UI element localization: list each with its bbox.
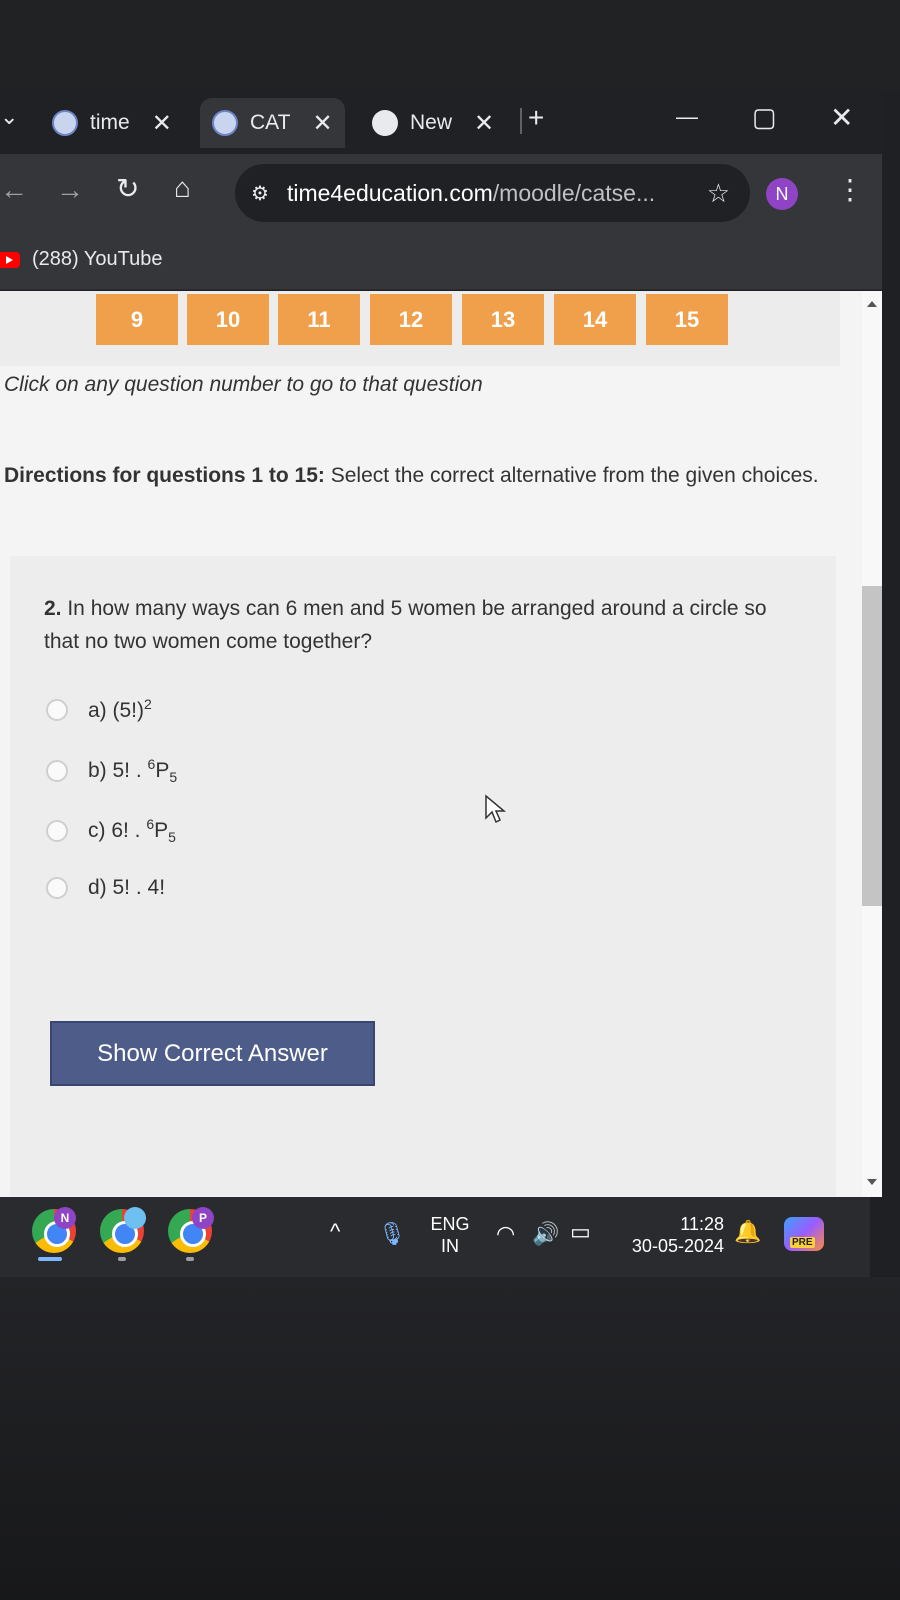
question-number-button[interactable]: 15	[646, 294, 728, 345]
option-label: d) 5! . 4!	[88, 876, 166, 899]
question-number-button[interactable]: 12	[370, 294, 452, 345]
option-d[interactable]: d) 5! . 4!	[46, 876, 165, 900]
question-number-button[interactable]: 13	[462, 294, 544, 345]
running-indicator	[118, 1257, 126, 1261]
page-scrollbar[interactable]	[862, 291, 882, 1197]
bookmarks-bar: (288) YouTube	[0, 234, 882, 290]
new-tab-icon[interactable]: +	[528, 104, 544, 132]
maximize-icon[interactable]: ▢	[752, 104, 777, 130]
close-tab-icon[interactable]: ✕	[474, 109, 494, 138]
site-settings-icon[interactable]: ⚙	[251, 181, 269, 206]
question-navigator: 9 10 11 12 13 14 15	[0, 291, 840, 366]
wifi-icon[interactable]: ◠	[496, 1221, 515, 1247]
tab-time[interactable]: time ✕	[52, 98, 172, 148]
profile-badge: N	[54, 1207, 76, 1229]
battery-icon[interactable]: ▭	[570, 1219, 591, 1245]
tab-bar: ⌄ time ✕ CAT ✕ New ✕ + — ▢ ✕	[0, 88, 882, 154]
option-b[interactable]: b) 5! . 6P5	[46, 756, 177, 785]
address-bar[interactable]: ⚙ time4education.com/moodle/catse... ☆	[235, 164, 750, 222]
question-number-button[interactable]: 11	[278, 294, 360, 345]
copilot-badge: PRE	[790, 1237, 815, 1248]
close-tab-icon[interactable]: ✕	[312, 109, 332, 138]
url-text: time4education.com/moodle/catse...	[286, 179, 656, 206]
forward-icon[interactable]: →	[56, 176, 84, 204]
time4education-favicon-icon	[212, 110, 238, 136]
question-box: 2. In how many ways can 6 men and 5 wome…	[10, 556, 836, 1196]
question-text: 2. In how many ways can 6 men and 5 wome…	[44, 597, 767, 653]
screen-bezel-bottom	[0, 1277, 900, 1600]
chrome-favicon-icon	[372, 110, 398, 136]
option-radio[interactable]	[46, 759, 68, 782]
show-hidden-icons-chevron-icon[interactable]: ^	[330, 1219, 340, 1245]
option-label: b) 5! . 6P5	[88, 756, 178, 786]
running-indicator	[186, 1257, 194, 1261]
profile-avatar[interactable]: N	[766, 178, 798, 210]
bookmark-label: (288) YouTube	[32, 248, 163, 270]
language-indicator[interactable]: ENG IN	[428, 1213, 472, 1257]
tab-label: CAT	[250, 111, 291, 134]
browser-toolbar: ← → ↻ ⌂ ⚙ time4education.com/moodle/cats…	[0, 154, 882, 234]
option-c[interactable]: c) 6! . 6P5	[46, 816, 176, 845]
question-number-button[interactable]: 9	[96, 294, 178, 345]
option-label: a) (5!)2	[88, 696, 152, 722]
microphone-icon[interactable]: 🎙	[378, 1221, 406, 1247]
clock[interactable]: 11:28 30-05-2024	[614, 1213, 724, 1257]
close-tab-icon[interactable]: ✕	[152, 109, 172, 138]
youtube-icon	[0, 251, 20, 268]
bookmark-youtube[interactable]: (288) YouTube	[0, 248, 162, 271]
mouse-cursor-icon	[485, 794, 507, 824]
time4education-favicon-icon	[52, 110, 78, 136]
option-a[interactable]: a) (5!)2	[46, 696, 152, 723]
directions: Directions for questions 1 to 15: Select…	[4, 464, 819, 487]
question-number-button[interactable]: 10	[187, 294, 269, 345]
profile-badge	[124, 1207, 146, 1229]
back-icon[interactable]: ←	[0, 176, 28, 204]
tab-new[interactable]: New ✕	[372, 98, 494, 148]
minimize-icon[interactable]: —	[676, 106, 698, 128]
time: 11:28	[680, 1214, 724, 1234]
scroll-down-icon[interactable]	[867, 1179, 877, 1185]
scrollbar-thumb[interactable]	[862, 586, 882, 906]
scroll-up-icon[interactable]	[867, 301, 877, 307]
notification-bell-icon[interactable]: 🔔	[734, 1219, 761, 1245]
tab-cat[interactable]: CAT ✕	[200, 98, 345, 148]
option-radio[interactable]	[46, 698, 68, 721]
page-content: 9 10 11 12 13 14 15 Click on any questio…	[0, 291, 870, 1197]
menu-kebab-icon[interactable]: ⋮	[836, 176, 864, 204]
date: 30-05-2024	[631, 1236, 724, 1256]
navigation-hint: Click on any question number to go to th…	[4, 373, 483, 396]
taskbar: N P ^ 🎙 ENG IN ◠ 🔊 ▭ 11:28 30-05-2024 🔔 …	[0, 1197, 870, 1277]
home-icon[interactable]: ⌂	[174, 174, 191, 202]
tab-label: time	[90, 111, 130, 134]
bookmark-star-icon[interactable]: ☆	[707, 178, 730, 209]
tab-search-chevron-icon[interactable]: ⌄	[0, 106, 18, 128]
option-label: c) 6! . 6P5	[88, 816, 176, 846]
option-radio[interactable]	[46, 877, 68, 899]
option-radio[interactable]	[46, 819, 68, 842]
show-correct-answer-button[interactable]: Show Correct Answer	[50, 1021, 375, 1086]
reload-icon[interactable]: ↻	[116, 175, 139, 203]
tab-separator	[520, 108, 522, 134]
screen-bezel-top	[0, 0, 900, 92]
running-indicator	[38, 1257, 62, 1261]
close-window-icon[interactable]: ✕	[830, 104, 853, 132]
question-number-button[interactable]: 14	[554, 294, 636, 345]
volume-icon[interactable]: 🔊	[532, 1221, 559, 1247]
tab-label: New	[410, 111, 453, 134]
copilot-icon[interactable]: PRE	[784, 1217, 824, 1251]
profile-badge: P	[192, 1207, 214, 1229]
